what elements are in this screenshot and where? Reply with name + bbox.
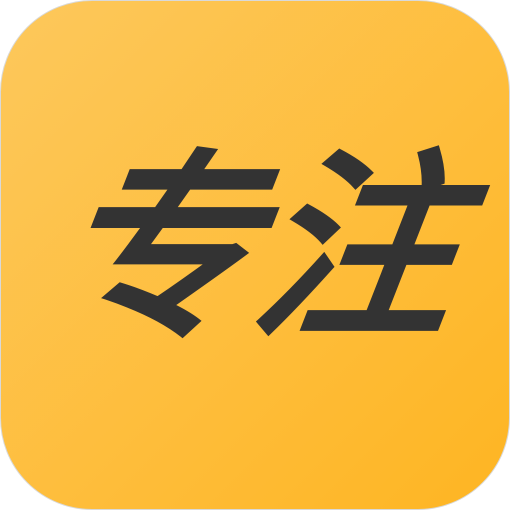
app-icon[interactable]: 专注 (0, 0, 510, 510)
icon-canvas: 专注 (0, 0, 512, 512)
icon-label-svg: 专注 (41, 133, 499, 366)
icon-label-container: 专注 (1, 1, 509, 509)
icon-label-text: 专注 (41, 133, 499, 366)
